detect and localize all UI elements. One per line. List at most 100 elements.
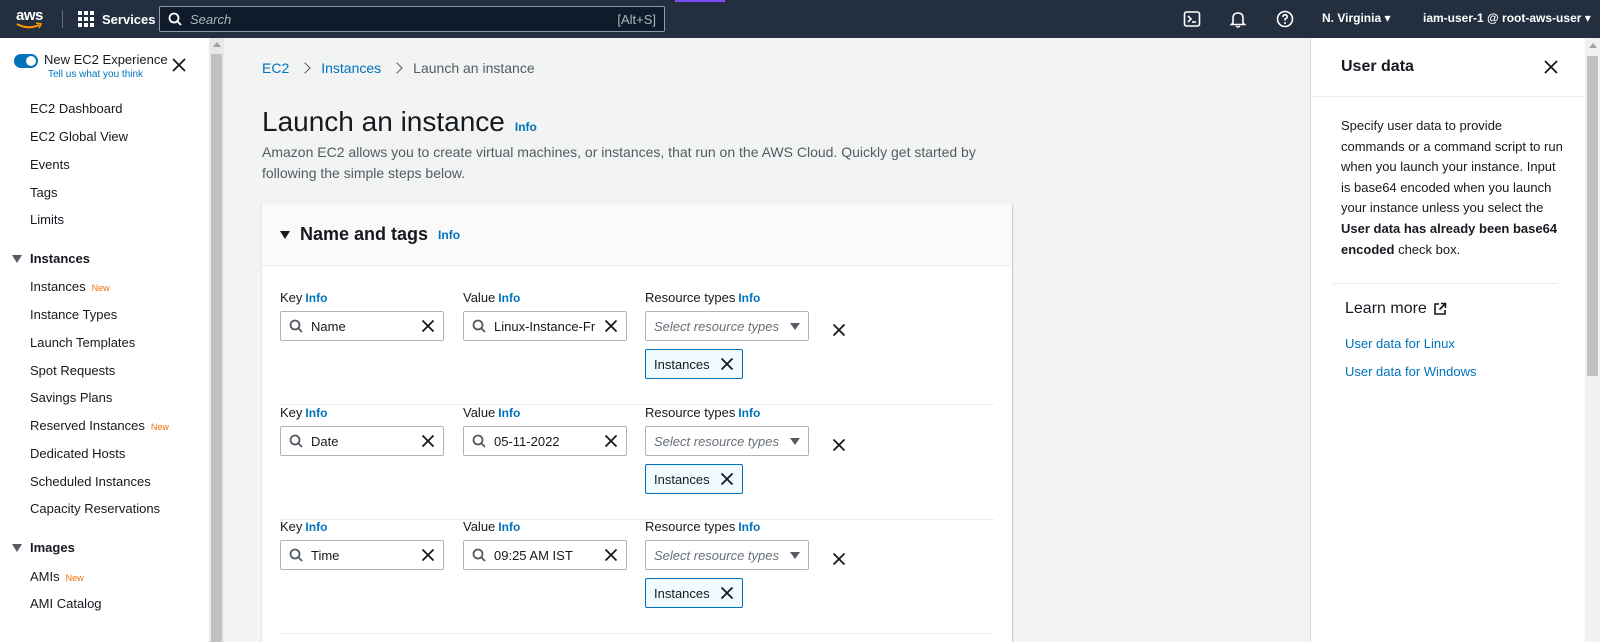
section-info-link[interactable]: Info xyxy=(438,228,460,242)
dropdown-caret-icon xyxy=(790,437,800,445)
resource-types-info-link[interactable]: Info xyxy=(738,406,760,420)
search-placeholder: Search xyxy=(190,11,232,27)
close-sidebar-icon[interactable] xyxy=(172,58,186,72)
resource-type-token: Instances xyxy=(645,578,743,608)
dropdown-caret-icon xyxy=(790,322,800,330)
search-icon xyxy=(472,319,486,333)
remove-tag-icon[interactable] xyxy=(832,438,846,452)
tag-key-input[interactable]: Name xyxy=(280,311,444,341)
clear-icon[interactable] xyxy=(604,319,618,333)
value-info-link[interactable]: Info xyxy=(498,520,520,534)
value-info-link[interactable]: Info xyxy=(498,291,520,305)
tag-value-column: Value Info 05-11-2022 xyxy=(463,405,627,456)
sidebar-item-limits[interactable]: Limits xyxy=(30,212,64,227)
tag-key-input[interactable]: Date xyxy=(280,426,444,456)
breadcrumb-current: Launch an instance xyxy=(413,60,535,76)
clear-icon[interactable] xyxy=(604,434,618,448)
region-selector[interactable]: N. Virginia ▾ xyxy=(1322,11,1390,25)
remove-tag-button[interactable] xyxy=(832,438,846,455)
breadcrumb-ec2[interactable]: EC2 xyxy=(262,60,289,76)
sidebar-item-instance-types[interactable]: Instance Types xyxy=(30,307,117,322)
tag-value-column: Value Info Linux-Instance-Fr xyxy=(463,290,627,341)
sidebar-item-savings-plans[interactable]: Savings Plans xyxy=(30,390,112,405)
search-icon xyxy=(472,548,486,562)
remove-tag-button[interactable] xyxy=(832,323,846,340)
sidebar-scrollbar[interactable] xyxy=(209,38,224,642)
resource-types-info-link[interactable]: Info xyxy=(738,520,760,534)
tag-value-input[interactable]: Linux-Instance-Fr xyxy=(463,311,627,341)
caret-down-icon xyxy=(12,543,22,552)
feedback-link[interactable]: Tell us what you think xyxy=(48,69,168,80)
search-input[interactable]: Search [Alt+S] xyxy=(159,6,665,32)
tag-value-column: Value Info 09:25 AM IST xyxy=(463,519,627,570)
top-navigation: aws Services Search [Alt+S] N. Virginia … xyxy=(0,0,1600,38)
clear-icon[interactable] xyxy=(604,548,618,562)
tag-value-input[interactable]: 09:25 AM IST xyxy=(463,540,627,570)
resource-types-select[interactable]: Select resource types xyxy=(645,426,809,456)
sidebar-item-capacity-reservations[interactable]: Capacity Reservations xyxy=(30,501,160,516)
aws-smile-icon xyxy=(16,22,43,29)
sidebar-item-global-view[interactable]: EC2 Global View xyxy=(30,129,128,144)
key-info-link[interactable]: Info xyxy=(305,291,327,305)
account-menu[interactable]: iam-user-1 @ root-aws-user ▾ xyxy=(1423,11,1591,25)
cloudshell-icon[interactable] xyxy=(1183,10,1201,28)
services-menu-button[interactable]: Services xyxy=(78,9,156,29)
section-header[interactable]: Name and tags Info xyxy=(262,204,1012,266)
bell-icon[interactable] xyxy=(1229,10,1247,28)
resource-types-info-link[interactable]: Info xyxy=(738,291,760,305)
aws-logo[interactable]: aws xyxy=(16,8,46,31)
title-info-link[interactable]: Info xyxy=(515,120,537,134)
tag-row: Key Info Date Value Info 05-11-2022 Resource t… xyxy=(280,405,994,520)
value-info-link[interactable]: Info xyxy=(498,406,520,420)
tag-key-input[interactable]: Time xyxy=(280,540,444,570)
search-icon xyxy=(472,434,486,448)
remove-token-icon[interactable] xyxy=(720,586,734,600)
remove-tag-icon[interactable] xyxy=(832,323,846,337)
clear-icon[interactable] xyxy=(421,434,435,448)
breadcrumb-instances[interactable]: Instances xyxy=(321,60,381,76)
new-experience-toggle[interactable] xyxy=(14,54,38,68)
page-scrollbar[interactable] xyxy=(1585,38,1600,642)
tag-key-column: Key Info Date xyxy=(280,405,444,456)
new-badge: New xyxy=(91,283,110,293)
close-panel-icon[interactable] xyxy=(1544,60,1558,74)
sidebar-item-tags[interactable]: Tags xyxy=(30,185,57,200)
help-icon[interactable] xyxy=(1276,10,1294,28)
remove-tag-icon[interactable] xyxy=(832,552,846,566)
link-user-data-linux[interactable]: User data for Linux xyxy=(1345,336,1455,351)
sidebar-section-instances[interactable]: Instances xyxy=(12,251,90,266)
grid-icon xyxy=(78,11,94,27)
sidebar-item-amis[interactable]: AMIs New xyxy=(30,569,84,584)
remove-token-icon[interactable] xyxy=(720,472,734,486)
resource-types-select[interactable]: Select resource types xyxy=(645,311,809,341)
remove-token-icon[interactable] xyxy=(720,357,734,371)
sidebar-item-ami-catalog[interactable]: AMI Catalog xyxy=(30,596,102,611)
search-icon xyxy=(289,319,303,333)
remove-tag-button[interactable] xyxy=(832,552,846,569)
sidebar-item-reserved-instances[interactable]: Reserved Instances New xyxy=(30,418,169,433)
caret-down-icon xyxy=(280,230,290,239)
tag-row: Key Info Name Value Info Linux-Instance-Fr Res… xyxy=(280,290,994,405)
sidebar-item-spot-requests[interactable]: Spot Requests xyxy=(30,363,115,378)
key-info-link[interactable]: Info xyxy=(305,406,327,420)
tag-value-input[interactable]: 05-11-2022 xyxy=(463,426,627,456)
services-label: Services xyxy=(102,11,156,27)
link-user-data-windows[interactable]: User data for Windows xyxy=(1345,364,1477,379)
sidebar-section-images[interactable]: Images xyxy=(12,540,75,555)
resource-types-column: Resource types Info Select resource types I… xyxy=(645,290,809,379)
sidebar-item-launch-templates[interactable]: Launch Templates xyxy=(30,335,135,350)
sidebar-item-ec2-dashboard[interactable]: EC2 Dashboard xyxy=(30,101,123,116)
tag-key-column: Key Info Time xyxy=(280,519,444,570)
sidebar-item-scheduled-instances[interactable]: Scheduled Instances xyxy=(30,474,151,489)
sidebar-item-events[interactable]: Events xyxy=(30,157,70,172)
resource-types-select[interactable]: Select resource types xyxy=(645,540,809,570)
nav-divider xyxy=(62,10,63,28)
nav-accent-bar xyxy=(675,0,725,2)
sidebar-item-dedicated-hosts[interactable]: Dedicated Hosts xyxy=(30,446,125,461)
sidebar-item-instances[interactable]: Instances New xyxy=(30,279,110,294)
dropdown-caret-icon xyxy=(790,551,800,559)
new-experience-toggle-row: New EC2 Experience Tell us what you thin… xyxy=(14,52,168,80)
key-info-link[interactable]: Info xyxy=(305,520,327,534)
clear-icon[interactable] xyxy=(421,548,435,562)
clear-icon[interactable] xyxy=(421,319,435,333)
